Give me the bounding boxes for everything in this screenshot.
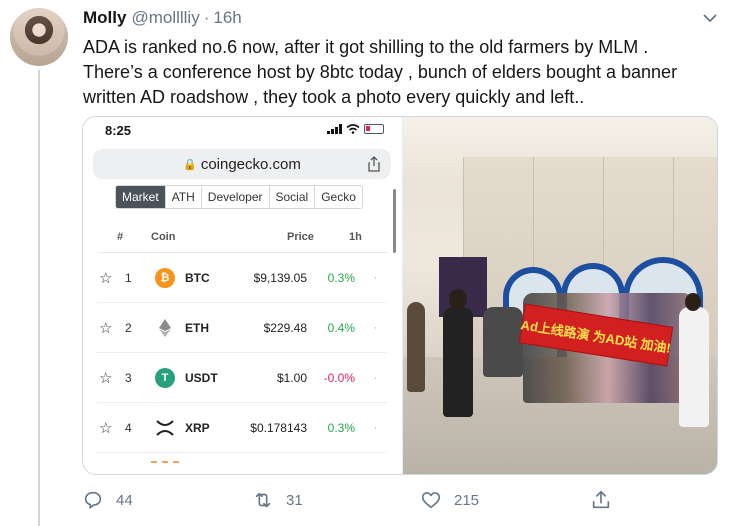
- tweet-text: ADA is ranked no.6 now, after it got shi…: [83, 35, 723, 110]
- coin-symbol: USDT: [185, 370, 218, 385]
- coin-row-btc: ☆ 1 ₿ BTC $9,139.05 0.3% ·: [97, 253, 387, 303]
- retweet-button[interactable]: 31: [252, 489, 303, 511]
- tether-icon: T: [155, 367, 175, 388]
- separator-dot: ·: [203, 8, 210, 27]
- coin-row-xrp: ☆ 4 XRP $0.178143 0.3% ·: [97, 403, 387, 453]
- coin-rank: 3: [125, 370, 132, 385]
- coin-price: $0.178143: [250, 420, 307, 435]
- tweet-text-line: There’s a conference host by 8btc today …: [83, 62, 678, 82]
- phone-status-time: 8:25: [105, 123, 132, 138]
- signal-icon: [327, 124, 342, 134]
- coingecko-tab-gecko: Gecko: [321, 190, 356, 204]
- wifi-icon: [346, 124, 360, 134]
- partial-row-fade: [151, 461, 179, 474]
- coingecko-tab-social: Social: [270, 186, 316, 208]
- share-icon: [368, 156, 380, 172]
- retweet-icon: [255, 492, 271, 508]
- tweet-header: Molly @molllliy · 16h: [83, 8, 242, 28]
- media-image-roadshow-photo[interactable]: Ad上线路演 为AD站 加油!: [403, 117, 717, 474]
- photo-person-head: [685, 293, 701, 311]
- photo-crowd: [483, 307, 523, 377]
- coin-change: 0.4%: [327, 320, 355, 335]
- star-icon: ☆: [99, 369, 113, 387]
- tweet-text-line: ADA is ranked no.6 now, after it got shi…: [83, 37, 649, 57]
- coin-change: 0.3%: [327, 420, 355, 435]
- share-button[interactable]: [590, 489, 612, 511]
- share-upload-icon: [592, 490, 610, 509]
- coingecko-table-header: # Coin Price 1h: [97, 223, 387, 253]
- coin-symbol: ETH: [185, 320, 209, 335]
- lock-icon: 🔒: [183, 158, 197, 171]
- avatar[interactable]: [10, 8, 68, 66]
- heart-icon: [421, 492, 441, 509]
- star-icon: ☆: [99, 269, 113, 287]
- like-count: 215: [454, 491, 480, 509]
- photo-person: [443, 307, 473, 417]
- coin-price: $229.48: [263, 320, 307, 335]
- column-rank: #: [117, 231, 124, 243]
- tweet-text-line: written AD roadshow , they took a photo …: [83, 87, 585, 107]
- like-button[interactable]: 215: [420, 489, 479, 511]
- xrp-icon: [155, 418, 175, 438]
- coin-rank: 4: [125, 420, 132, 435]
- coingecko-tab-ath: ATH: [166, 186, 202, 208]
- star-icon: ☆: [99, 319, 113, 337]
- tweet-timestamp[interactable]: 16h: [213, 8, 241, 28]
- phone-status-bar: 8:25: [83, 117, 402, 143]
- photo-person: [407, 302, 425, 392]
- coingecko-tab-developer: Developer: [202, 186, 270, 208]
- column-change: 1h: [349, 231, 362, 243]
- bitcoin-icon: ₿: [155, 267, 175, 288]
- coin-price: $1.00: [276, 370, 307, 385]
- coin-rank: 2: [125, 320, 132, 335]
- retweet-count: 31: [286, 491, 303, 509]
- media-image-coingecko-screenshot[interactable]: 8:25 🔒 coingecko.com Market ATH Develope…: [83, 117, 403, 474]
- phone-scrollbar: [393, 189, 396, 253]
- photo-person-head: [449, 289, 467, 309]
- author-name[interactable]: Molly: [83, 8, 126, 28]
- reply-bubble-icon: [84, 491, 102, 509]
- row-more-icon: ·: [373, 372, 377, 383]
- browser-url-text: coingecko.com: [200, 155, 301, 173]
- coin-symbol: BTC: [185, 270, 210, 285]
- coin-change: -0.0%: [323, 370, 355, 385]
- row-more-icon: ·: [373, 322, 377, 333]
- reply-button[interactable]: 44: [82, 489, 133, 511]
- coingecko-tabs: Market ATH Developer Social Gecko: [115, 185, 363, 209]
- coin-row-eth: ☆ 2 ETH $229.48 0.4% ·: [97, 303, 387, 353]
- star-icon: ☆: [99, 419, 113, 437]
- coin-rank: 1: [125, 270, 132, 285]
- coin-symbol: XRP: [185, 420, 210, 435]
- more-options-chevron-down-icon[interactable]: [700, 10, 720, 26]
- phone-status-icons: [327, 124, 384, 134]
- coin-price: $9,139.05: [253, 270, 307, 285]
- coin-row-usdt: ☆ 3 T USDT $1.00 -0.0% ·: [97, 353, 387, 403]
- thread-connector-line: [38, 70, 40, 526]
- battery-low-icon: [364, 124, 384, 134]
- row-more-icon: ·: [373, 272, 377, 283]
- coin-change: 0.3%: [327, 270, 355, 285]
- column-price: Price: [287, 231, 314, 243]
- column-coin: Coin: [151, 231, 176, 243]
- browser-url-bar: 🔒 coingecko.com: [93, 149, 391, 179]
- reply-count: 44: [116, 491, 133, 509]
- author-handle[interactable]: @molllliy: [131, 8, 199, 28]
- tweet-media[interactable]: 8:25 🔒 coingecko.com Market ATH Develope…: [82, 116, 718, 475]
- photo-person-white-coat: [679, 307, 709, 427]
- coingecko-tab-market: Market: [116, 186, 166, 208]
- tweet-actions-bar: 44 31 215: [82, 487, 722, 513]
- row-more-icon: ·: [373, 422, 377, 433]
- ethereum-icon: [155, 318, 175, 338]
